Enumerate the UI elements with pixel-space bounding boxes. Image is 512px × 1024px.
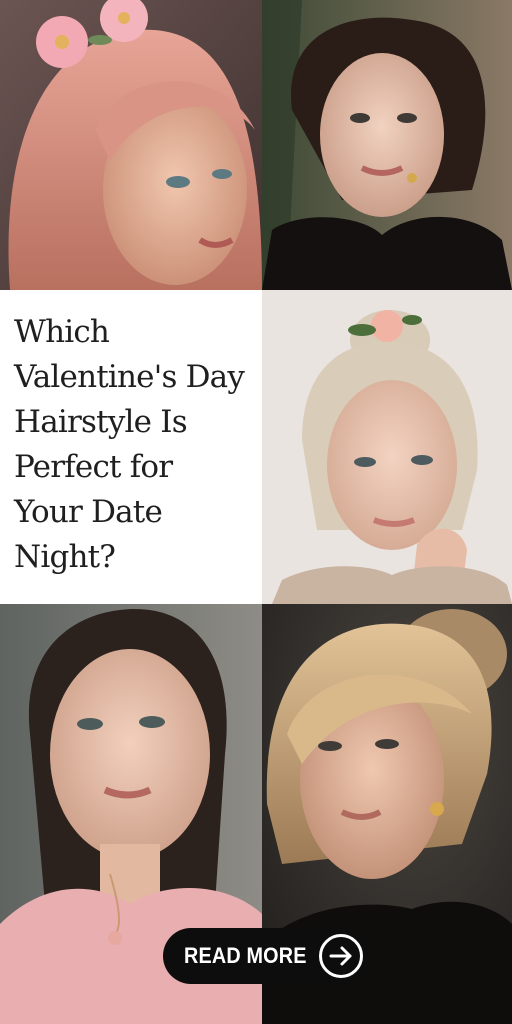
read-more-label: READ MORE	[184, 943, 307, 968]
title-line: Night?	[14, 539, 116, 575]
photo-blonde-bun-flower	[262, 290, 512, 604]
photo-brunette-updo-lace	[262, 0, 512, 290]
title-line: Which	[14, 314, 110, 350]
read-more-button[interactable]: READ MORE	[163, 928, 367, 984]
title-card: Which Valentine's Day Hairstyle Is Perfe…	[0, 290, 262, 604]
title-line: Perfect for	[14, 449, 173, 485]
title-line: Valentine's Day	[14, 359, 245, 395]
title-line: Hairstyle Is	[14, 404, 188, 440]
arrow-right-circle-icon	[319, 934, 363, 978]
photo-pink-hair-flower	[0, 0, 262, 290]
title-line: Your Date	[14, 494, 163, 530]
pin-collage: Which Valentine's Day Hairstyle Is Perfe…	[0, 0, 512, 1024]
